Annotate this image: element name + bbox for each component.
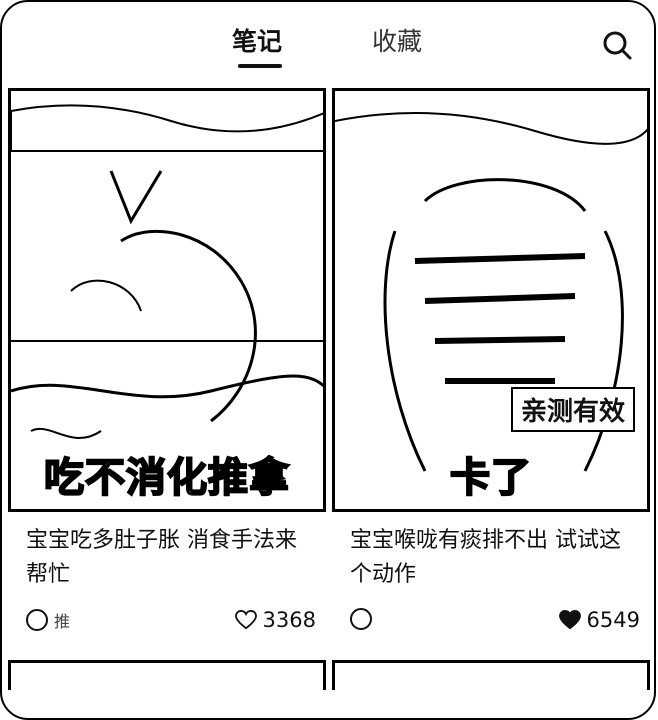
cover-caption: 卡了 xyxy=(449,454,532,502)
tab-notes[interactable]: 笔记 xyxy=(232,26,282,58)
like-count: 3368 xyxy=(262,608,316,632)
note-cover-image[interactable]: 亲测有效 卡了 xyxy=(332,88,650,512)
heart-outline-icon xyxy=(234,610,257,630)
active-tab-indicator xyxy=(238,64,282,68)
tab-favorites[interactable]: 收藏 xyxy=(372,26,422,58)
search-icon xyxy=(603,31,632,60)
like-count: 6549 xyxy=(586,608,640,632)
cover-illustration xyxy=(335,91,647,509)
note-cover-image[interactable]: 吃不消化推拿 xyxy=(8,88,326,512)
cover-badge: 亲测有效 xyxy=(510,387,635,432)
note-card[interactable]: 亲测有效 卡了 宝宝喉咙有痰排不出 试试这个动作 6549 xyxy=(332,88,654,648)
like-button[interactable]: 3368 xyxy=(234,608,316,632)
heart-filled-icon xyxy=(558,610,581,630)
avatar[interactable] xyxy=(350,608,372,630)
like-button[interactable]: 6549 xyxy=(558,608,640,632)
note-title[interactable]: 宝宝喉咙有痰排不出 试试这个动作 xyxy=(350,524,640,592)
author-name: 推 xyxy=(54,612,71,631)
cover-caption: 吃不消化推拿 xyxy=(43,454,290,502)
cover-illustration xyxy=(11,91,323,509)
top-tab-bar: 笔记 收藏 xyxy=(0,0,658,80)
note-card[interactable]: 吃不消化推拿 宝宝吃多肚子胀 消食手法来帮忙 推 3368 xyxy=(8,88,330,648)
next-note-card[interactable] xyxy=(332,660,650,690)
avatar[interactable] xyxy=(26,609,48,631)
search-button[interactable] xyxy=(600,28,634,62)
next-note-card[interactable] xyxy=(8,660,326,690)
author-info[interactable] xyxy=(350,608,378,630)
note-title[interactable]: 宝宝吃多肚子胀 消食手法来帮忙 xyxy=(26,524,316,592)
author-info[interactable]: 推 xyxy=(26,608,70,632)
